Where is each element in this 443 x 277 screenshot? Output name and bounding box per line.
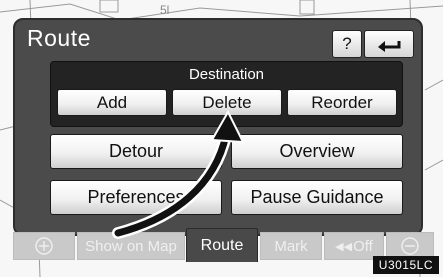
zoom-in-button[interactable] bbox=[13, 232, 75, 260]
preferences-button[interactable]: Preferences bbox=[50, 180, 222, 215]
reorder-button[interactable]: Reorder bbox=[287, 89, 397, 116]
pause-guidance-button[interactable]: Pause Guidance bbox=[231, 180, 403, 215]
help-label: ? bbox=[342, 34, 352, 53]
add-button[interactable]: Add bbox=[57, 89, 167, 116]
rewind-icon: ◀◀ bbox=[335, 240, 353, 253]
figure-code-label: U3015LC bbox=[372, 256, 439, 274]
svg-text:5l: 5l bbox=[160, 3, 169, 17]
tab-route[interactable]: Route bbox=[186, 228, 258, 262]
help-button[interactable]: ? bbox=[332, 30, 362, 58]
destination-label: Destination bbox=[188, 66, 265, 83]
delete-button[interactable]: Delete bbox=[172, 89, 282, 116]
off-label: Off bbox=[353, 237, 373, 255]
return-arrow-icon bbox=[378, 41, 401, 52]
minus-circle-icon bbox=[401, 237, 419, 255]
detour-button[interactable]: Detour bbox=[50, 134, 222, 169]
show-on-map-button[interactable]: Show on Map bbox=[77, 232, 185, 260]
page-title: Route bbox=[27, 25, 91, 51]
back-button[interactable] bbox=[364, 30, 414, 58]
overview-button[interactable]: Overview bbox=[231, 134, 403, 169]
mark-button[interactable]: Mark bbox=[260, 232, 322, 260]
plus-circle-icon bbox=[35, 237, 53, 255]
